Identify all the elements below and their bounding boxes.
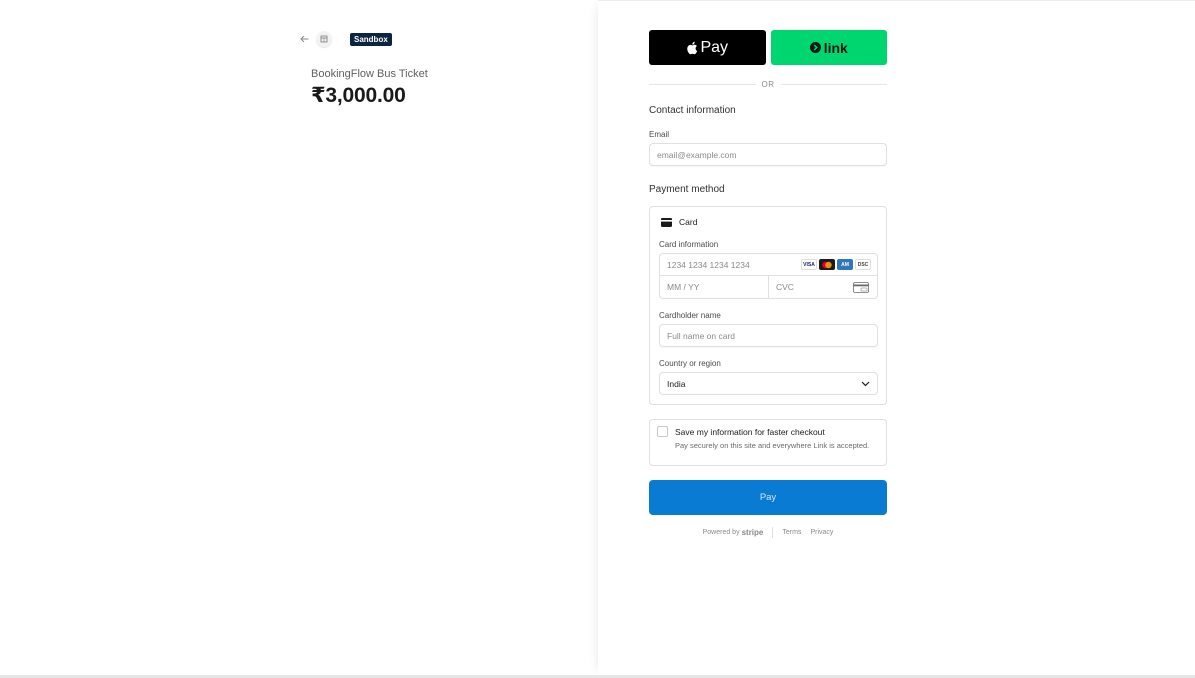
sandbox-badge: Sandbox — [350, 32, 392, 46]
country-label: Country or region — [659, 359, 721, 368]
terms-link[interactable]: Terms — [782, 529, 801, 536]
apple-pay-button[interactable]: Pay — [649, 30, 766, 65]
country-value: India — [667, 378, 686, 389]
apple-logo-icon — [687, 41, 698, 54]
card-brands: VISA AM DSC — [801, 259, 871, 270]
cardholder-placeholder: Full name on card — [667, 330, 736, 341]
card-number-input[interactable]: 1234 1234 1234 1234 VISA AM DSC — [660, 254, 877, 276]
save-info-title: Save my information for faster checkout — [675, 427, 825, 437]
card-tab[interactable]: Card — [661, 217, 697, 227]
cardholder-label: Cardholder name — [659, 311, 721, 320]
email-input[interactable]: email@example.com — [649, 143, 887, 166]
pay-button[interactable]: Pay — [649, 480, 887, 515]
cvc-card-icon — [853, 282, 869, 293]
discover-icon: DSC — [855, 259, 871, 270]
expiry-placeholder: MM / YY — [667, 282, 700, 292]
chevron-down-icon — [861, 381, 870, 386]
privacy-link[interactable]: Privacy — [810, 529, 833, 536]
back-arrow-icon[interactable] — [298, 32, 310, 46]
link-pay-label: link — [823, 39, 848, 56]
cardholder-input[interactable]: Full name on card — [659, 324, 878, 347]
payment-method-title: Payment method — [649, 184, 725, 195]
store-icon — [316, 31, 332, 47]
order-summary-pane: Sandbox BookingFlow Bus Ticket ₹3,000.00 — [0, 0, 598, 675]
link-arrow-icon — [809, 42, 821, 53]
stripe-logo[interactable]: stripe — [742, 528, 764, 537]
expiry-input[interactable]: MM / YY — [660, 276, 769, 298]
country-select[interactable]: India — [659, 372, 878, 395]
footer-separator — [772, 526, 774, 538]
card-number-placeholder: 1234 1234 1234 1234 — [667, 259, 750, 270]
footer: Powered by stripe Terms Privacy — [649, 526, 887, 538]
product-name: BookingFlow Bus Ticket — [311, 68, 428, 80]
amex-icon: AM — [837, 259, 853, 270]
wallet-buttons: Pay link — [649, 30, 887, 65]
card-tab-label: Card — [679, 217, 698, 227]
or-text: OR — [761, 79, 775, 89]
save-info-description: Pay securely on this site and everywhere… — [675, 441, 870, 450]
or-divider: OR — [649, 78, 887, 90]
mastercard-icon — [819, 259, 835, 270]
save-info-box: Save my information for faster checkout … — [649, 419, 887, 466]
email-label: Email — [649, 130, 670, 139]
visa-icon: VISA — [801, 259, 817, 270]
card-payment-box: Card Card information 1234 1234 1234 123… — [649, 206, 887, 405]
card-info-label: Card information — [659, 240, 719, 249]
apple-pay-label: Pay — [700, 38, 729, 56]
save-info-checkbox[interactable] — [657, 426, 668, 437]
cvc-placeholder: CVC — [776, 282, 794, 292]
product-price: ₹3,000.00 — [311, 84, 406, 107]
credit-card-icon — [661, 217, 672, 227]
pay-button-label: Pay — [759, 492, 777, 503]
or-line-right — [780, 83, 887, 85]
card-info-group: 1234 1234 1234 1234 VISA AM DSC MM / YY … — [659, 253, 878, 299]
contact-info-title: Contact information — [649, 105, 736, 116]
powered-by-text: Powered by — [702, 528, 740, 536]
cvc-input[interactable]: CVC — [769, 276, 877, 298]
link-pay-button[interactable]: link — [770, 30, 887, 65]
back-row: Sandbox — [298, 31, 392, 47]
email-placeholder: email@example.com — [657, 149, 737, 160]
or-line-left — [649, 83, 756, 85]
